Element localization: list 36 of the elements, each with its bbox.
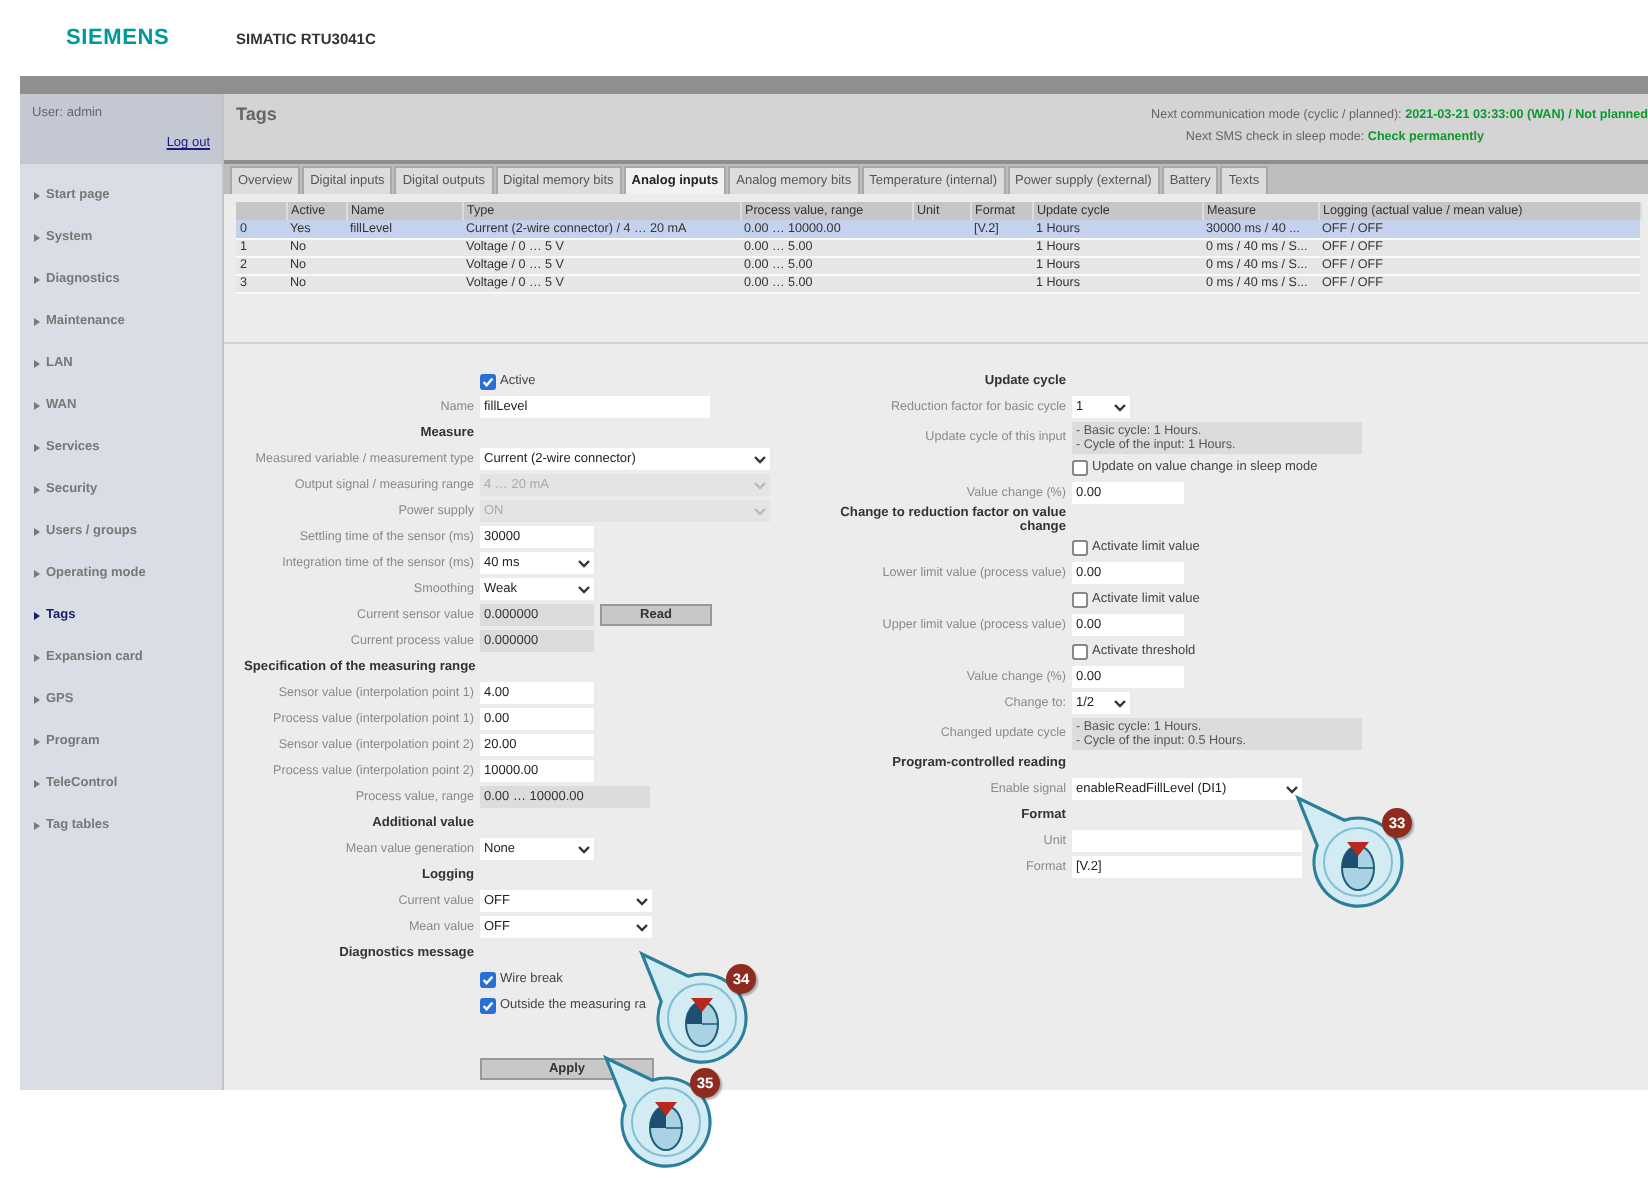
triangle-icon bbox=[34, 611, 40, 619]
checkbox[interactable] bbox=[1072, 591, 1088, 607]
chevron-down-icon bbox=[754, 481, 766, 489]
checkbox[interactable] bbox=[1072, 459, 1088, 475]
logo: SIEMENS bbox=[66, 26, 172, 50]
triangle-icon bbox=[34, 821, 40, 829]
triangle-icon bbox=[34, 401, 40, 409]
triangle-icon bbox=[34, 359, 40, 367]
triangle-icon bbox=[34, 233, 40, 241]
chevron-down-icon bbox=[636, 897, 648, 905]
chevron-down-icon bbox=[1114, 403, 1126, 411]
chevron-down-icon bbox=[578, 845, 590, 853]
chevron-down-icon bbox=[754, 455, 766, 463]
checkbox[interactable] bbox=[480, 997, 496, 1013]
chevron-down-icon bbox=[1286, 785, 1298, 793]
triangle-icon bbox=[34, 695, 40, 703]
chevron-down-icon bbox=[754, 507, 766, 515]
checkbox[interactable] bbox=[480, 373, 496, 389]
checkbox[interactable] bbox=[1072, 539, 1088, 555]
triangle-icon bbox=[34, 569, 40, 577]
page-title: Tags bbox=[236, 104, 277, 128]
triangle-icon bbox=[34, 653, 40, 661]
chevron-down-icon bbox=[578, 559, 590, 567]
triangle-icon bbox=[34, 485, 40, 493]
triangle-icon bbox=[34, 443, 40, 451]
chevron-down-icon bbox=[636, 923, 648, 931]
chevron-down-icon bbox=[578, 585, 590, 593]
triangle-icon bbox=[34, 275, 40, 283]
checkbox[interactable] bbox=[1072, 643, 1088, 659]
triangle-icon bbox=[34, 737, 40, 745]
triangle-icon bbox=[34, 527, 40, 535]
chevron-down-icon bbox=[1114, 699, 1126, 707]
checkbox[interactable] bbox=[480, 971, 496, 987]
triangle-icon bbox=[34, 191, 40, 199]
triangle-icon bbox=[34, 317, 40, 325]
triangle-icon bbox=[34, 779, 40, 787]
